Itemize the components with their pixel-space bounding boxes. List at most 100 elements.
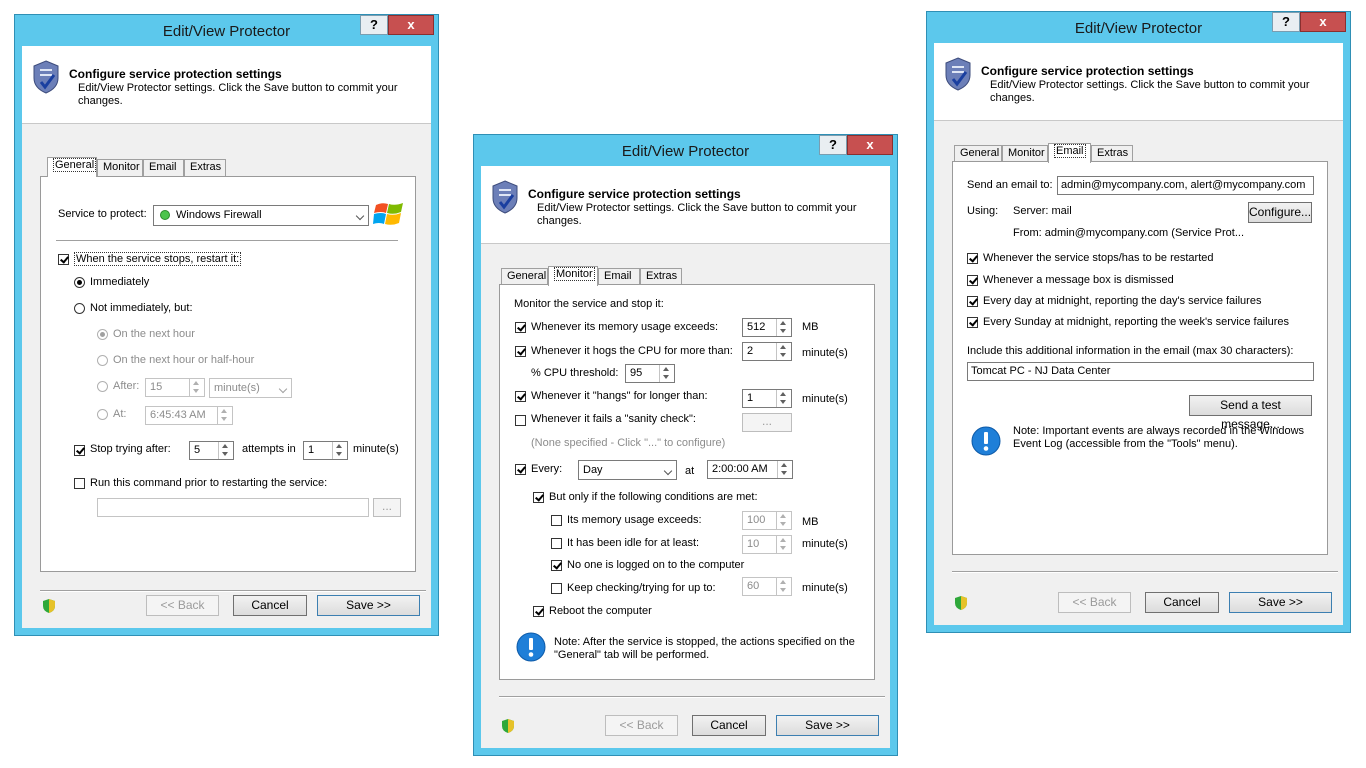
title-bar[interactable]: Edit/View Protector ? x [15, 15, 438, 47]
immediately-radio[interactable] [74, 277, 85, 288]
tab-extras[interactable]: Extras [640, 268, 682, 285]
stepper-arrows-icon[interactable] [217, 407, 232, 424]
cond-memory-stepper[interactable]: 100 [742, 511, 792, 530]
cond-keep-checkbox[interactable] [551, 583, 562, 594]
tab-email[interactable]: Email [143, 159, 184, 176]
cancel-button[interactable]: Cancel [233, 595, 307, 616]
immediately-label[interactable]: Immediately [90, 276, 149, 288]
at-label[interactable]: At: [113, 408, 126, 420]
cond-idle-checkbox[interactable] [551, 538, 562, 549]
email-opt3-checkbox[interactable] [967, 296, 978, 307]
email-opt2-checkbox[interactable] [967, 275, 978, 286]
email-opt1-checkbox[interactable] [967, 253, 978, 264]
sanity-configure-button[interactable]: ... [742, 413, 792, 432]
tab-monitor[interactable]: Monitor [548, 266, 598, 286]
stepper-arrows-icon[interactable] [189, 379, 204, 396]
cpu-label[interactable]: Whenever it hogs the CPU for more than: [531, 345, 733, 357]
memory-checkbox[interactable] [515, 322, 526, 333]
cond-idle-stepper[interactable]: 10 [742, 535, 792, 554]
cond-logged-checkbox[interactable] [551, 560, 562, 571]
cond-keep-stepper[interactable]: 60 [742, 577, 792, 596]
conditions-label[interactable]: But only if the following conditions are… [549, 491, 758, 503]
email-opt2-label[interactable]: Whenever a message box is dismissed [983, 274, 1174, 286]
stepper-arrows-icon[interactable] [776, 390, 791, 407]
stepper-arrows-icon[interactable] [777, 461, 792, 478]
save-button[interactable]: Save >> [317, 595, 420, 616]
reboot-checkbox[interactable] [533, 606, 544, 617]
tab-extras[interactable]: Extras [184, 159, 226, 176]
after-label[interactable]: After: [113, 380, 139, 392]
next-half-hour-radio[interactable] [97, 355, 108, 366]
configure-button[interactable]: Configure... [1248, 202, 1312, 223]
save-button[interactable]: Save >> [1229, 592, 1332, 613]
stop-trying-stepper[interactable]: 5 [189, 441, 234, 460]
hangs-checkbox[interactable] [515, 391, 526, 402]
tab-general[interactable]: General [954, 145, 1002, 162]
cancel-button[interactable]: Cancel [1145, 592, 1219, 613]
cond-memory-label[interactable]: Its memory usage exceeds: [567, 514, 702, 526]
cond-keep-label[interactable]: Keep checking/trying for up to: [567, 582, 716, 594]
cpu-stepper[interactable]: 2 [742, 342, 792, 361]
cancel-button[interactable]: Cancel [692, 715, 766, 736]
close-button[interactable]: x [388, 15, 434, 35]
not-immediately-label[interactable]: Not immediately, but: [90, 302, 193, 314]
tab-email[interactable]: Email [598, 268, 640, 285]
stop-trying-checkbox[interactable] [74, 445, 85, 456]
help-button[interactable]: ? [360, 15, 388, 35]
send-to-input[interactable]: admin@mycompany.com, alert@mycompany.com [1057, 176, 1314, 195]
close-button[interactable]: x [1300, 12, 1346, 32]
conditions-checkbox[interactable] [533, 492, 544, 503]
restart-checkbox[interactable] [58, 254, 69, 265]
run-command-label[interactable]: Run this command prior to restarting the… [90, 477, 327, 489]
additional-info-input[interactable]: Tomcat PC - NJ Data Center [967, 362, 1314, 381]
help-button[interactable]: ? [819, 135, 847, 155]
sanity-label[interactable]: Whenever it fails a "sanity check": [531, 413, 696, 425]
after-unit-select[interactable]: minute(s) [209, 378, 292, 398]
every-time-stepper[interactable]: 2:00:00 AM [707, 460, 793, 479]
cpu-threshold-stepper[interactable]: 95 [625, 364, 675, 383]
stop-trying-label[interactable]: Stop trying after: [90, 443, 171, 455]
title-bar[interactable]: Edit/View Protector ? x [927, 12, 1350, 44]
save-button[interactable]: Save >> [776, 715, 879, 736]
next-hour-radio[interactable] [97, 329, 108, 340]
stepper-arrows-icon[interactable] [776, 512, 791, 529]
stepper-arrows-icon[interactable] [776, 578, 791, 595]
at-radio[interactable] [97, 409, 108, 420]
stepper-arrows-icon[interactable] [776, 536, 791, 553]
every-checkbox[interactable] [515, 464, 526, 475]
cond-memory-checkbox[interactable] [551, 515, 562, 526]
run-command-input[interactable] [97, 498, 369, 517]
after-stepper[interactable]: 15 [145, 378, 205, 397]
next-half-hour-label[interactable]: On the next hour or half-hour [113, 354, 254, 366]
back-button[interactable]: << Back [605, 715, 678, 736]
tab-monitor[interactable]: Monitor [1002, 145, 1048, 162]
after-radio[interactable] [97, 381, 108, 392]
run-command-checkbox[interactable] [74, 478, 85, 489]
stepper-arrows-icon[interactable] [332, 442, 347, 459]
stepper-arrows-icon[interactable] [776, 319, 791, 336]
stepper-arrows-icon[interactable] [218, 442, 233, 459]
service-select[interactable]: Windows Firewall [153, 205, 369, 226]
email-opt4-checkbox[interactable] [967, 317, 978, 328]
stepper-arrows-icon[interactable] [659, 365, 674, 382]
email-opt3-label[interactable]: Every day at midnight, reporting the day… [983, 295, 1261, 307]
memory-label[interactable]: Whenever its memory usage exceeds: [531, 321, 718, 333]
next-hour-label[interactable]: On the next hour [113, 328, 195, 340]
hangs-label[interactable]: Whenever it "hangs" for longer than: [531, 390, 708, 402]
tab-general[interactable]: General [501, 268, 548, 285]
send-test-button[interactable]: Send a test message... [1189, 395, 1312, 431]
tab-email[interactable]: Email [1048, 143, 1091, 163]
sanity-checkbox[interactable] [515, 415, 526, 426]
reboot-label[interactable]: Reboot the computer [549, 605, 652, 617]
not-immediately-radio[interactable] [74, 303, 85, 314]
tab-extras[interactable]: Extras [1091, 145, 1133, 162]
attempts-in-stepper[interactable]: 1 [303, 441, 348, 460]
back-button[interactable]: << Back [146, 595, 219, 616]
cpu-checkbox[interactable] [515, 346, 526, 357]
restart-label[interactable]: When the service stops, restart it: [74, 252, 242, 266]
hangs-stepper[interactable]: 1 [742, 389, 792, 408]
tab-monitor[interactable]: Monitor [97, 159, 143, 176]
tab-general[interactable]: General [47, 157, 97, 177]
email-opt4-label[interactable]: Every Sunday at midnight, reporting the … [983, 316, 1289, 328]
help-button[interactable]: ? [1272, 12, 1300, 32]
